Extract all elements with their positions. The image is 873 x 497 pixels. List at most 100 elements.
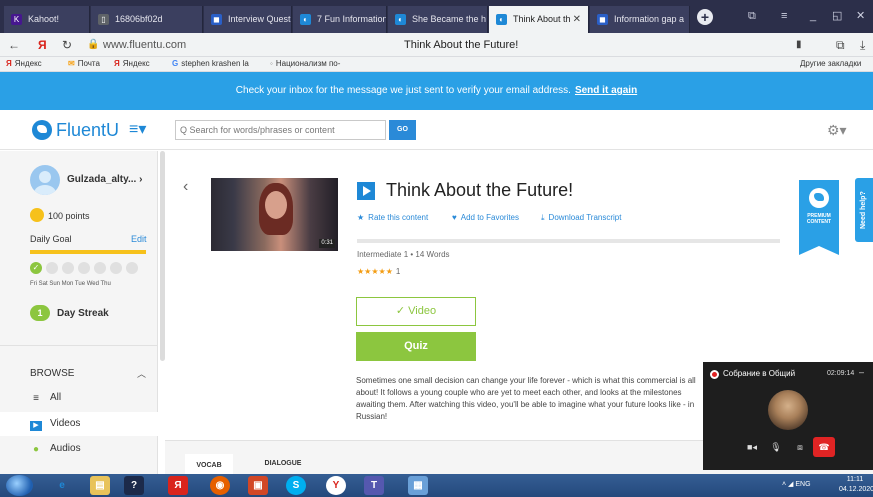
folder-icon[interactable]: ▤ [90, 476, 110, 495]
new-tab-icon[interactable]: + [697, 9, 713, 25]
video-icon: ▶ [30, 421, 42, 431]
restore-icon[interactable]: ◱ [832, 9, 842, 23]
tab-kahoot[interactable]: K Kahoot! [4, 6, 90, 33]
system-clock[interactable]: 11:11 04.12.2020 [839, 475, 873, 495]
recording-icon [710, 370, 719, 379]
content-progress-bar [357, 239, 780, 243]
bookmark-nationalism[interactable]: ◦ Национализм по- [270, 57, 340, 71]
download-transcript-link[interactable]: ⤓ Download Transcript [541, 212, 621, 224]
firefox-icon[interactable]: ◉ [210, 476, 230, 495]
fluentu-logo[interactable]: FluentU [32, 119, 119, 141]
url-field[interactable]: www.fluentu.com [103, 37, 186, 53]
add-favorites-link[interactable]: ♥ Add to Favorites [452, 212, 519, 224]
video-button[interactable]: ✓ Video [356, 297, 476, 326]
day-complete-check-icon: ✓ [30, 262, 42, 274]
need-help-tab[interactable]: Need help? [855, 178, 873, 242]
verify-email-banner: Check your inbox for the message we just… [0, 72, 873, 110]
back-chevron-icon[interactable]: ‹ [183, 178, 188, 196]
tab-she-became[interactable]: ◐ She Became the h [388, 6, 488, 33]
tab-fun-information[interactable]: ◐ 7 Fun Information [293, 6, 387, 33]
daily-goal-label: Daily Goal [30, 234, 72, 244]
call-minimize-icon[interactable]: – [859, 366, 864, 378]
video-duration: 0:31 [319, 239, 335, 248]
system-tray[interactable]: ˄ ◢ ENG [782, 479, 811, 491]
day-dot [94, 262, 106, 274]
app-icon[interactable]: ▦ [408, 476, 428, 495]
bookmark-mail[interactable]: ✉ Почта [68, 57, 100, 71]
minimize-icon[interactable]: _ [810, 9, 816, 23]
reload-icon[interactable]: ↻ [62, 37, 72, 53]
username-link[interactable]: Gulzada_alty... › [67, 173, 142, 187]
skype-icon[interactable]: S [286, 476, 306, 495]
tab-think-about-future[interactable]: ◐ Think About th ✕ [489, 6, 589, 33]
tab-interview-questions[interactable]: ◼ Interview Questio [204, 6, 292, 33]
sidebar-item-videos[interactable]: ▶ Videos [0, 412, 158, 436]
day-dot [126, 262, 138, 274]
day-dot [110, 262, 122, 274]
site-icon: ◼ [597, 14, 608, 25]
settings-gear-icon[interactable]: ⚙▾ [827, 122, 847, 138]
lock-icon: 🔒 [87, 39, 100, 50]
content-title: Think About the Future! [386, 180, 574, 200]
premium-content-badge: PREMIUM CONTENT [799, 180, 839, 255]
close-window-icon[interactable]: ✕ [856, 9, 865, 23]
sidebar-item-audios[interactable]: ● Audios [30, 442, 81, 456]
weekday-labels: Fri Sat Sun Mon Tue Wed Thu [30, 281, 111, 287]
coin-icon [30, 208, 44, 222]
content-description: Sometimes one small decision can change … [356, 376, 696, 421]
start-button[interactable] [6, 475, 33, 496]
share-screen-icon[interactable]: ⧈ [789, 437, 811, 457]
bookmark-google[interactable]: Gstephen krashen la [172, 57, 249, 71]
rate-content-link[interactable]: ★ Rate this content [357, 212, 428, 224]
day-dot [62, 262, 74, 274]
points-display: 100 points [30, 208, 90, 223]
back-icon[interactable]: ← [8, 37, 20, 53]
daily-goal-edit-link[interactable]: Edit [131, 233, 147, 245]
day-dot [78, 262, 90, 274]
hang-up-button[interactable]: ☎ [813, 437, 835, 457]
tab-document[interactable]: ▯ 16806bf02d [91, 6, 203, 33]
yandex-browser-icon[interactable]: Я [168, 476, 188, 495]
fluentu-icon: ◐ [300, 14, 311, 25]
address-bar: ← Я ↻ 🔒 www.fluentu.com Think About the … [0, 33, 873, 57]
search-input[interactable]: Q Search for words/phrases or content [175, 120, 386, 140]
mic-muted-icon[interactable]: 🎙 [765, 437, 787, 457]
teams-icon[interactable]: T [364, 476, 384, 495]
other-bookmarks[interactable]: Другие закладки [800, 57, 861, 71]
quiz-button[interactable]: Quiz [356, 332, 476, 361]
globe-icon [32, 120, 52, 140]
chevron-up-icon[interactable]: ︿ [137, 367, 146, 381]
tab-search-icon[interactable]: ⧉ [748, 9, 756, 23]
sidebar-scrollbar[interactable] [160, 151, 165, 361]
tab-information-gap[interactable]: ◼ Information gap a [590, 6, 690, 33]
powerpoint-icon[interactable]: ▣ [248, 476, 268, 495]
heart-icon: ♥ [452, 213, 457, 222]
sidebar-divider [0, 345, 158, 346]
bookmark-icon[interactable]: ▮ [796, 37, 802, 53]
tab-dialogue[interactable]: DIALOGUE [252, 454, 314, 474]
teams-call-overlay: Собрание в Общий 02:09:14 – ■◂ 🎙 ⧈ ☎ [703, 362, 873, 470]
download-icon[interactable]: ⤓ [860, 37, 865, 53]
camera-icon[interactable]: ■◂ [741, 437, 763, 457]
search-go-button[interactable]: GO [389, 120, 416, 140]
kahoot-icon: K [11, 14, 22, 25]
menu-icon[interactable]: ≡ [781, 9, 787, 23]
yandex-icon[interactable]: Я [38, 37, 47, 53]
banner-text: Check your inbox for the message we just… [235, 85, 571, 96]
sidebar-item-all[interactable]: ≡ All [30, 391, 61, 405]
hamburger-menu-icon[interactable]: ≡▾ [129, 121, 146, 139]
bookmark-yandex[interactable]: Я Яндекс [6, 57, 42, 71]
avatar[interactable] [30, 165, 60, 195]
bookmark-yandex-2[interactable]: Я Яндекс [114, 57, 150, 71]
send-again-link[interactable]: Send it again [575, 85, 637, 96]
yandex-icon[interactable]: Y [326, 476, 346, 495]
fluentu-icon: ◐ [496, 14, 507, 25]
browse-heading[interactable]: BROWSE [30, 367, 74, 381]
ie-icon[interactable]: e [52, 476, 72, 495]
collections-icon[interactable]: ⧉ [836, 37, 845, 53]
tab-vocab[interactable]: VOCAB [185, 454, 233, 476]
site-icon: ◼ [211, 14, 222, 25]
video-thumbnail[interactable]: 0:31 [211, 178, 338, 251]
close-tab-icon[interactable]: ✕ [573, 6, 581, 33]
help-icon[interactable]: ? [124, 476, 144, 495]
